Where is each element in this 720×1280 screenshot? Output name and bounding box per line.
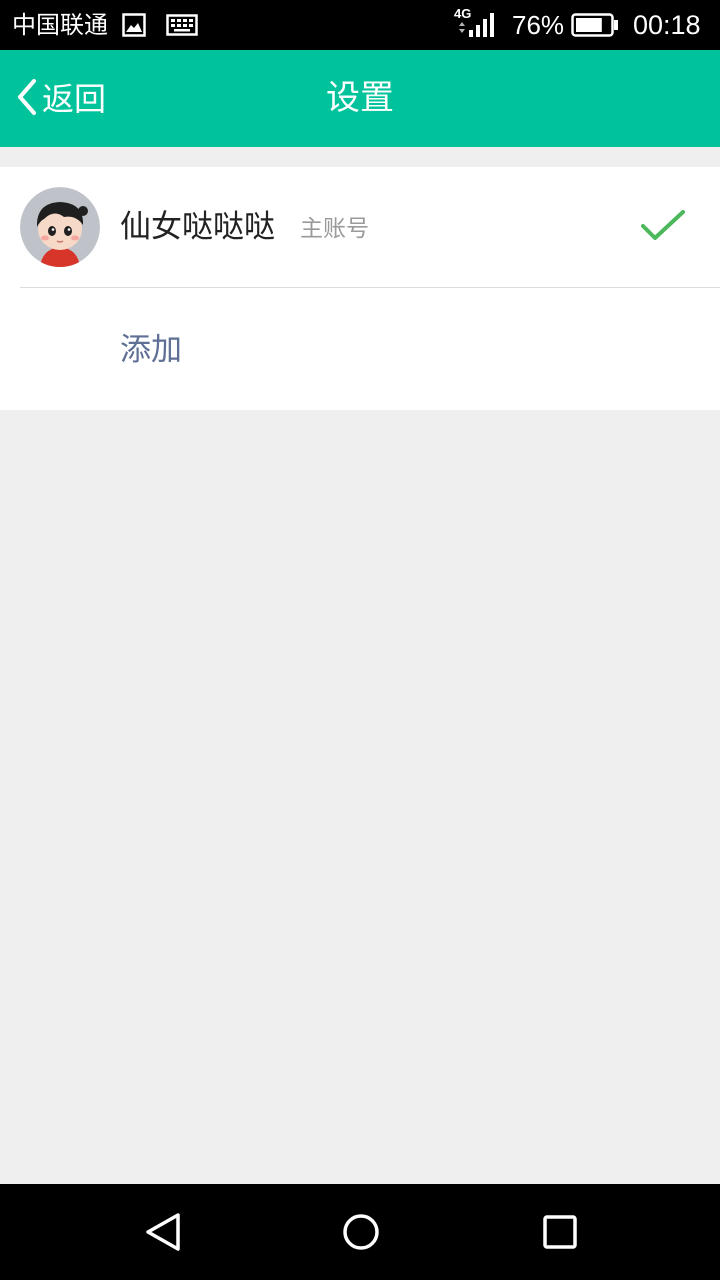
account-name: 仙女哒哒哒	[120, 209, 275, 245]
chevron-left-icon	[14, 77, 40, 121]
add-account-label: 添加	[120, 332, 182, 368]
battery-icon	[571, 13, 619, 41]
main-account-badge: 主账号	[300, 216, 369, 242]
avatar	[20, 187, 100, 267]
signal-icon	[456, 12, 496, 42]
account-item[interactable]: 仙女哒哒哒 主账号	[0, 167, 720, 287]
account-list: 仙女哒哒哒 主账号 添加	[0, 167, 720, 410]
navigation-bar	[0, 1184, 720, 1280]
page-title: 设置	[326, 78, 394, 118]
status-bar: 中国联通 4G 76% 00:18	[0, 0, 720, 50]
keyboard-icon	[166, 14, 198, 40]
image-icon	[122, 13, 146, 41]
back-label: 返回	[42, 80, 107, 118]
add-account-button[interactable]: 添加	[0, 288, 720, 410]
check-icon	[640, 209, 686, 247]
battery-percent: 76%	[512, 10, 565, 40]
recents-square-icon[interactable]	[536, 1208, 584, 1256]
home-circle-icon[interactable]	[337, 1208, 385, 1256]
app-header: 返回 设置	[0, 50, 720, 147]
back-button[interactable]: 返回	[14, 74, 106, 124]
back-triangle-icon[interactable]	[140, 1208, 188, 1256]
carrier-name: 中国联通	[12, 11, 108, 39]
clock: 00:18	[633, 10, 701, 40]
